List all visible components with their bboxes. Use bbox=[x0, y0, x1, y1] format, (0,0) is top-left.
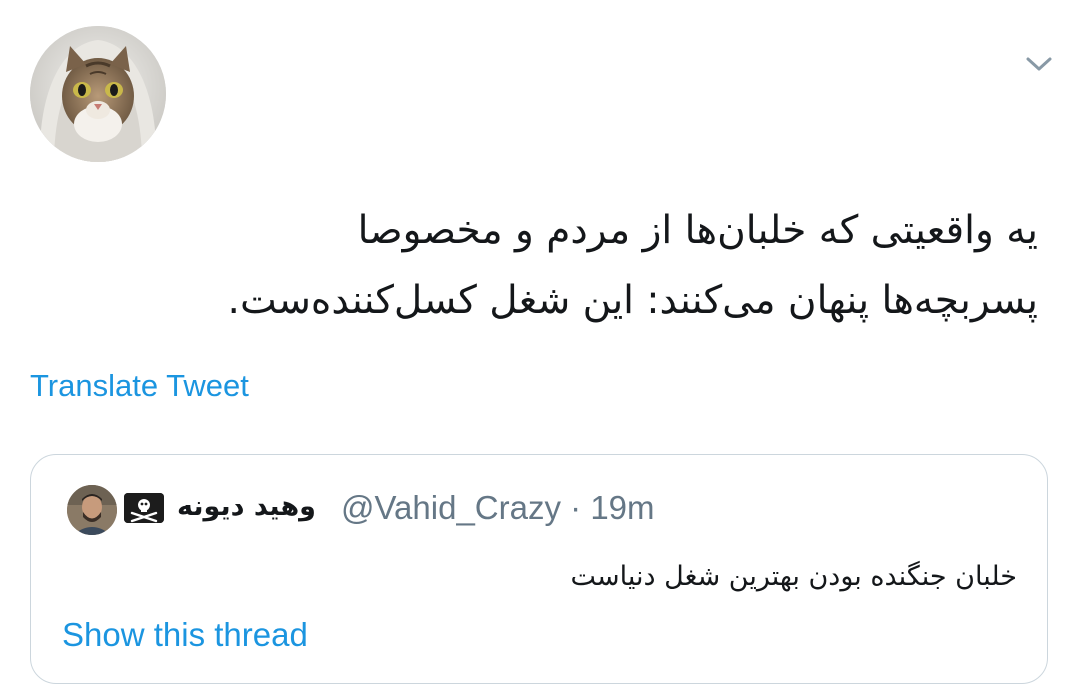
tweet-text: یه واقعیتی که خلبان‌ها از مردم و مخصوصا پ… bbox=[60, 196, 1038, 336]
translate-tweet-link[interactable]: Translate Tweet bbox=[30, 368, 249, 404]
tweet-text-line-1: یه واقعیتی که خلبان‌ها از مردم و مخصوصا bbox=[357, 208, 1038, 253]
author-avatar[interactable] bbox=[30, 26, 166, 162]
show-thread-link[interactable]: Show this thread bbox=[62, 615, 308, 655]
quoted-timestamp[interactable]: 19m bbox=[590, 489, 654, 526]
quoted-display-name[interactable]: وهید دیونه bbox=[177, 487, 316, 527]
quoted-tweet-card[interactable]: وهید دیونه @Vahid_Crazy · 19m خلبان جنگن… bbox=[30, 454, 1048, 684]
cat-photo bbox=[30, 26, 166, 162]
tweet-text-line-2: پسربچه‌ها پنهان می‌کنند: این شغل کسل‌کنن… bbox=[227, 278, 1038, 323]
person-photo bbox=[67, 485, 117, 535]
quoted-tweet-text: خلبان جنگنده بودن بهترین شغل دنیاست bbox=[570, 561, 1018, 592]
quoted-tweet-meta: @Vahid_Crazy · 19m bbox=[341, 488, 655, 528]
quoted-handle[interactable]: @Vahid_Crazy bbox=[341, 489, 561, 526]
chevron-down-icon[interactable] bbox=[1024, 52, 1054, 76]
meta-separator: · bbox=[570, 489, 582, 526]
skull-crossbones-icon bbox=[124, 493, 164, 523]
quoted-author-avatar[interactable] bbox=[67, 485, 117, 535]
